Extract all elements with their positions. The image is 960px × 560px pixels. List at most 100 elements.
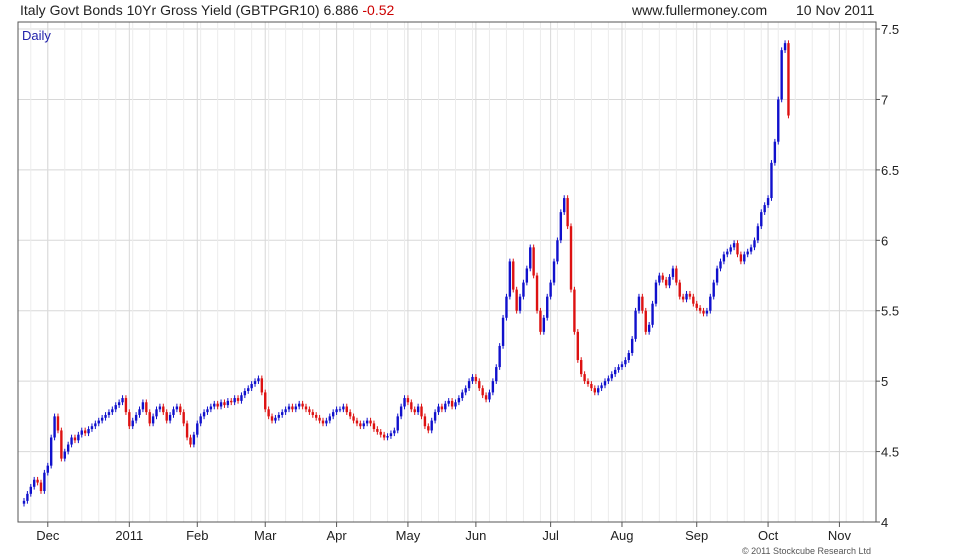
x-axis: Dec 2011 Feb Mar Apr May Jun Jul Aug Sep Oct Nov [36, 522, 851, 543]
copyright-note: © 2011 Stockcube Research Ltd [742, 546, 871, 556]
price-body [736, 243, 739, 255]
price-body [719, 261, 722, 269]
price-body [410, 402, 413, 410]
price-body [654, 282, 658, 304]
price-body [525, 268, 529, 283]
price-body [532, 247, 535, 276]
price-body [29, 486, 32, 494]
price-body [760, 212, 763, 227]
x-tick-label: Mar [254, 528, 277, 543]
x-tick-label: Aug [610, 528, 633, 543]
price-body [43, 472, 46, 492]
price-body [321, 420, 325, 424]
price-body [664, 279, 668, 286]
price-body [658, 275, 661, 283]
price-body [260, 378, 264, 393]
price-body [26, 493, 29, 501]
price-body [355, 420, 359, 424]
price-body [301, 403, 304, 407]
y-tick-label: 6.5 [881, 163, 899, 178]
y-tick-label: 4 [881, 515, 888, 530]
price-body [145, 402, 148, 413]
price-body [746, 251, 749, 255]
price-body [342, 406, 345, 410]
price-body [257, 378, 260, 382]
price-body [461, 392, 464, 399]
price-body [702, 310, 705, 314]
price-body [114, 405, 117, 410]
price-body [165, 412, 168, 421]
price-body [46, 465, 49, 473]
price-body [556, 240, 559, 262]
price-body [688, 293, 692, 297]
price-body [294, 406, 298, 410]
price-body [124, 398, 128, 413]
price-body [607, 378, 610, 382]
price-body [63, 451, 66, 459]
price-body [651, 303, 654, 325]
y-tick-label: 5 [881, 374, 888, 389]
price-body [182, 412, 185, 424]
x-tick-label: Dec [36, 528, 60, 543]
price-body [298, 403, 301, 407]
price-body [274, 417, 277, 421]
price-body [60, 430, 63, 459]
price-body [515, 289, 518, 311]
x-tick-label: Jun [465, 528, 486, 543]
price-body [580, 360, 583, 375]
price-body [335, 409, 338, 413]
price-body [97, 420, 100, 424]
price-body [471, 376, 474, 382]
price-body [671, 268, 675, 277]
price-body [729, 247, 732, 252]
price-body [213, 403, 216, 407]
price-body [559, 212, 563, 241]
price-body [287, 406, 291, 410]
x-tick-label: Oct [758, 528, 779, 543]
y-axis: 4 4.5 5 5.5 6 6.5 7 7.5 [876, 22, 899, 530]
price-body [151, 416, 155, 424]
price-body [529, 247, 532, 269]
price-bars [22, 40, 790, 507]
price-body [715, 268, 719, 283]
price-body [780, 50, 783, 100]
price-body [566, 198, 569, 227]
price-body [603, 381, 607, 386]
price-body [481, 388, 484, 396]
price-body [773, 141, 777, 163]
price-body [522, 282, 525, 297]
price-body [495, 367, 498, 382]
price-body [345, 406, 348, 413]
price-body [32, 479, 36, 487]
price-body [236, 398, 240, 401]
price-body [270, 416, 274, 421]
x-tick-label: Feb [186, 528, 208, 543]
price-body [284, 409, 287, 413]
price-body [413, 409, 416, 413]
price-body [243, 391, 247, 396]
price-body [593, 388, 596, 393]
price-body [420, 406, 423, 417]
price-body [474, 376, 478, 382]
price-body [777, 99, 780, 142]
price-body [393, 430, 396, 434]
grid-lines [18, 22, 876, 523]
price-body [770, 162, 773, 199]
price-body [647, 324, 651, 332]
price-body [107, 412, 111, 415]
price-body [576, 331, 580, 361]
price-body [311, 412, 314, 415]
price-body [172, 409, 175, 415]
price-body [168, 414, 172, 421]
price-body [94, 423, 97, 427]
price-body [454, 402, 457, 407]
price-body [223, 402, 226, 406]
price-body [620, 364, 624, 368]
price-body [162, 406, 165, 413]
price-body [348, 412, 352, 417]
x-tick-label: May [396, 528, 421, 543]
price-body [766, 198, 770, 206]
price-body [596, 388, 600, 393]
price-body [430, 420, 433, 431]
price-body [376, 429, 379, 432]
